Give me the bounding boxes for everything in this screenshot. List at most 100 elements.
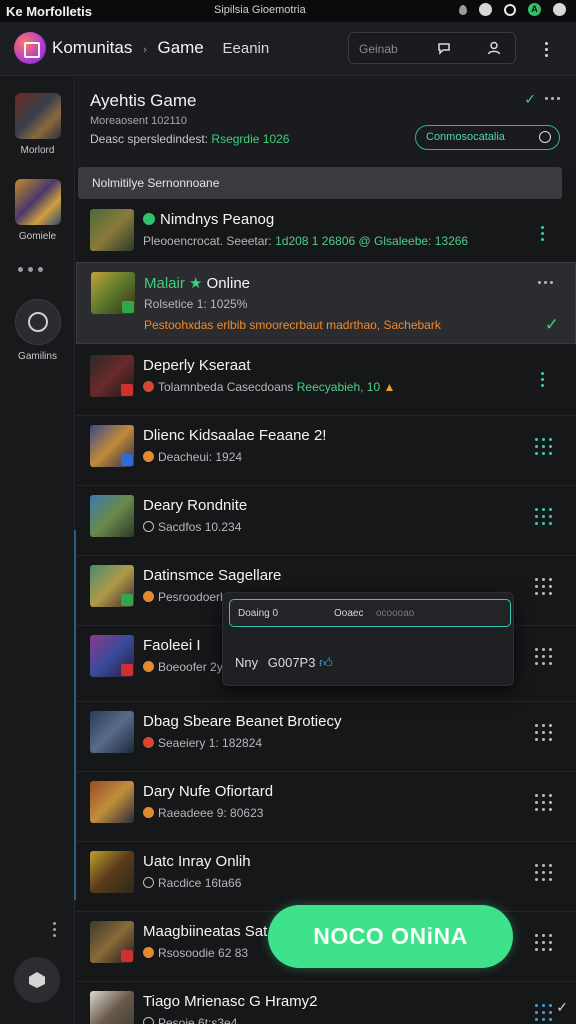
status-badge [121,594,133,606]
game-meta: Racdice 16ta66 [143,876,241,890]
list-item[interactable]: Deary Rondnite Sacdfos 10.234 [76,486,576,556]
row-menu-icon[interactable] [541,226,544,241]
header-stats: Deasc spersledindest: Rsegrdie 1026 [90,132,289,146]
target-icon [143,737,154,748]
game-thumbnail [90,635,134,677]
location-icon [459,4,467,15]
row-grid-menu-icon[interactable] [535,724,552,741]
more-icon[interactable] [545,97,560,100]
rail-thumb-morlord [14,93,61,139]
game-meta-value: Reecyabieh, 10 [296,380,381,394]
coin-icon [143,947,154,958]
quick-action-popup: Doaing 0 Ooaec ocoooao Nny G007P3 👍︎ [222,592,514,686]
chat-bubble-icon[interactable] [433,37,455,59]
list-item[interactable]: Dary Nufe Ofiortard Raeadeee 9: 80623 [76,772,576,842]
list-item[interactable]: Nimdnys Peanog Pleooencrocat. Seeetar: 1… [76,200,576,270]
row-grid-menu-icon[interactable] [535,1004,552,1021]
search-placeholder: Geinab [359,42,398,56]
list-item[interactable]: Dlienc Kidsaalae Feaane 2! Deacheui: 192… [76,416,576,486]
row-grid-menu-icon[interactable] [535,648,552,665]
game-meta-text: Racdice 16ta66 [158,876,242,890]
rail-item-morlord[interactable]: Morlord [0,93,75,156]
game-thumbnail [90,711,134,753]
go-online-button[interactable]: NOCO ONiNA [268,905,513,968]
breadcrumb-section[interactable]: Game [157,38,203,57]
list-item[interactable]: Uatc Inray Onlih Racdice 16ta66 [76,842,576,912]
list-item-selected[interactable]: Malair ★ Online Rolsetice 1: 1025% Pesto… [76,262,576,344]
selected-check-icon: ✓ [544,315,559,334]
rail-item-gamilins[interactable]: Gamilins [0,299,75,362]
row-grid-menu-icon[interactable] [535,578,552,595]
connect-pill-label: Conmosocatalia [426,131,505,143]
game-meta: Deacheui: 1924 [143,450,242,464]
ring-icon [27,312,48,332]
row-grid-menu-icon[interactable] [535,934,552,951]
game-title: Nimdnys Peanog [143,211,274,228]
popup-line-label: Nny [235,655,259,670]
game-meta: Tolamnbeda Casecdoans Reecyabieh, 10 ▲ [143,380,395,394]
breadcrumb-subsection[interactable]: Eeanin [223,40,270,57]
game-thumbnail [90,781,134,823]
app-badge-icon: A [528,3,541,16]
left-rail: Morlord Gomiele Gamilins [0,77,75,1024]
game-meta-text: Boeoofer 2y [158,660,223,674]
status-bar: Ke Morfolletis Sipilsia Gioemotria A [0,0,576,22]
game-title: Uatc Inray Onlih [143,853,251,870]
popup-field-c: ocoooao [376,608,415,619]
app-title: Komunitas › Game Eeanin [52,38,269,58]
row-grid-menu-icon[interactable] [535,794,552,811]
game-meta-text: Rsosoodie 62 83 [158,946,249,960]
status-badge [121,384,133,396]
game-title-text: Online [206,275,250,292]
rail-thumb-gomiele [14,179,61,225]
game-meta: Rsosoodie 62 83 [143,946,248,960]
search-input[interactable]: Geinab [348,32,516,64]
game-thumbnail [90,851,134,893]
thumbs-up-icon[interactable]: 👍︎ [319,655,333,670]
popup-field-a: Doaing 0 [238,608,279,619]
list-item[interactable]: Tiago Mrienasc G Hramy2 Pesoie 6t:s3e4 [76,982,576,1024]
rail-more-dots[interactable] [18,267,43,272]
done-check-icon[interactable]: ✓ [556,999,568,1016]
coin-icon [143,661,154,672]
game-title-text: Nimdnys Peanog [160,211,275,228]
row-menu-icon[interactable] [541,372,544,387]
section-header: Nolmitilye Sernonnoane [78,167,562,199]
game-meta-text: Raeadeee 9: 80623 [158,806,264,820]
app-logo-icon[interactable] [14,32,46,64]
game-title: Deary Rondnite [143,497,248,514]
connect-pill-button[interactable]: Conmosocatalia [415,125,560,150]
more-icon[interactable] [538,281,553,284]
breadcrumb-separator: › [143,44,147,56]
page-title: Ayehtis Game [90,91,197,110]
chat-icon [479,3,492,16]
game-thumbnail [90,565,134,607]
user-icon[interactable] [483,37,505,59]
popup-input[interactable]: Doaing 0 Ooaec ocoooao [229,599,511,627]
game-title: Faoleei I [143,637,201,654]
status-badge [121,664,133,676]
game-meta: Pesoie 6t:s3e4 [143,1016,237,1024]
rail-vertical-dots-icon[interactable] [53,922,56,937]
list-item[interactable]: Dbag Sbeare Beanet Brotiecy Seaeiery 1: … [76,702,576,772]
settings-hex-icon[interactable] [14,957,60,1003]
row-grid-menu-icon[interactable] [535,508,552,525]
status-bar-icons: A [459,3,566,16]
overflow-menu-icon[interactable] [535,38,557,60]
list-item[interactable]: Deperly Kseraat Tolamnbeda Casecdoans Re… [76,346,576,416]
header-subtitle: Moreaosent 102110 [90,115,188,127]
profile-icon [553,3,566,16]
row-grid-menu-icon[interactable] [535,438,552,455]
status-badge [121,950,133,962]
game-title-highlight: Malair [144,275,185,292]
game-thumbnail [90,425,134,467]
rail-circle [14,299,61,345]
game-thumbnail [90,991,134,1024]
status-badge [121,454,133,466]
rail-item-gomiele[interactable]: Gomiele [0,179,75,242]
game-meta: Raeadeee 9: 80623 [143,806,263,820]
row-grid-menu-icon[interactable] [535,864,552,881]
game-thumbnail [90,921,134,963]
fire-icon [143,381,154,392]
game-description: Pestoohxdas erlbib smoorecrbaut madrthao… [144,318,441,332]
